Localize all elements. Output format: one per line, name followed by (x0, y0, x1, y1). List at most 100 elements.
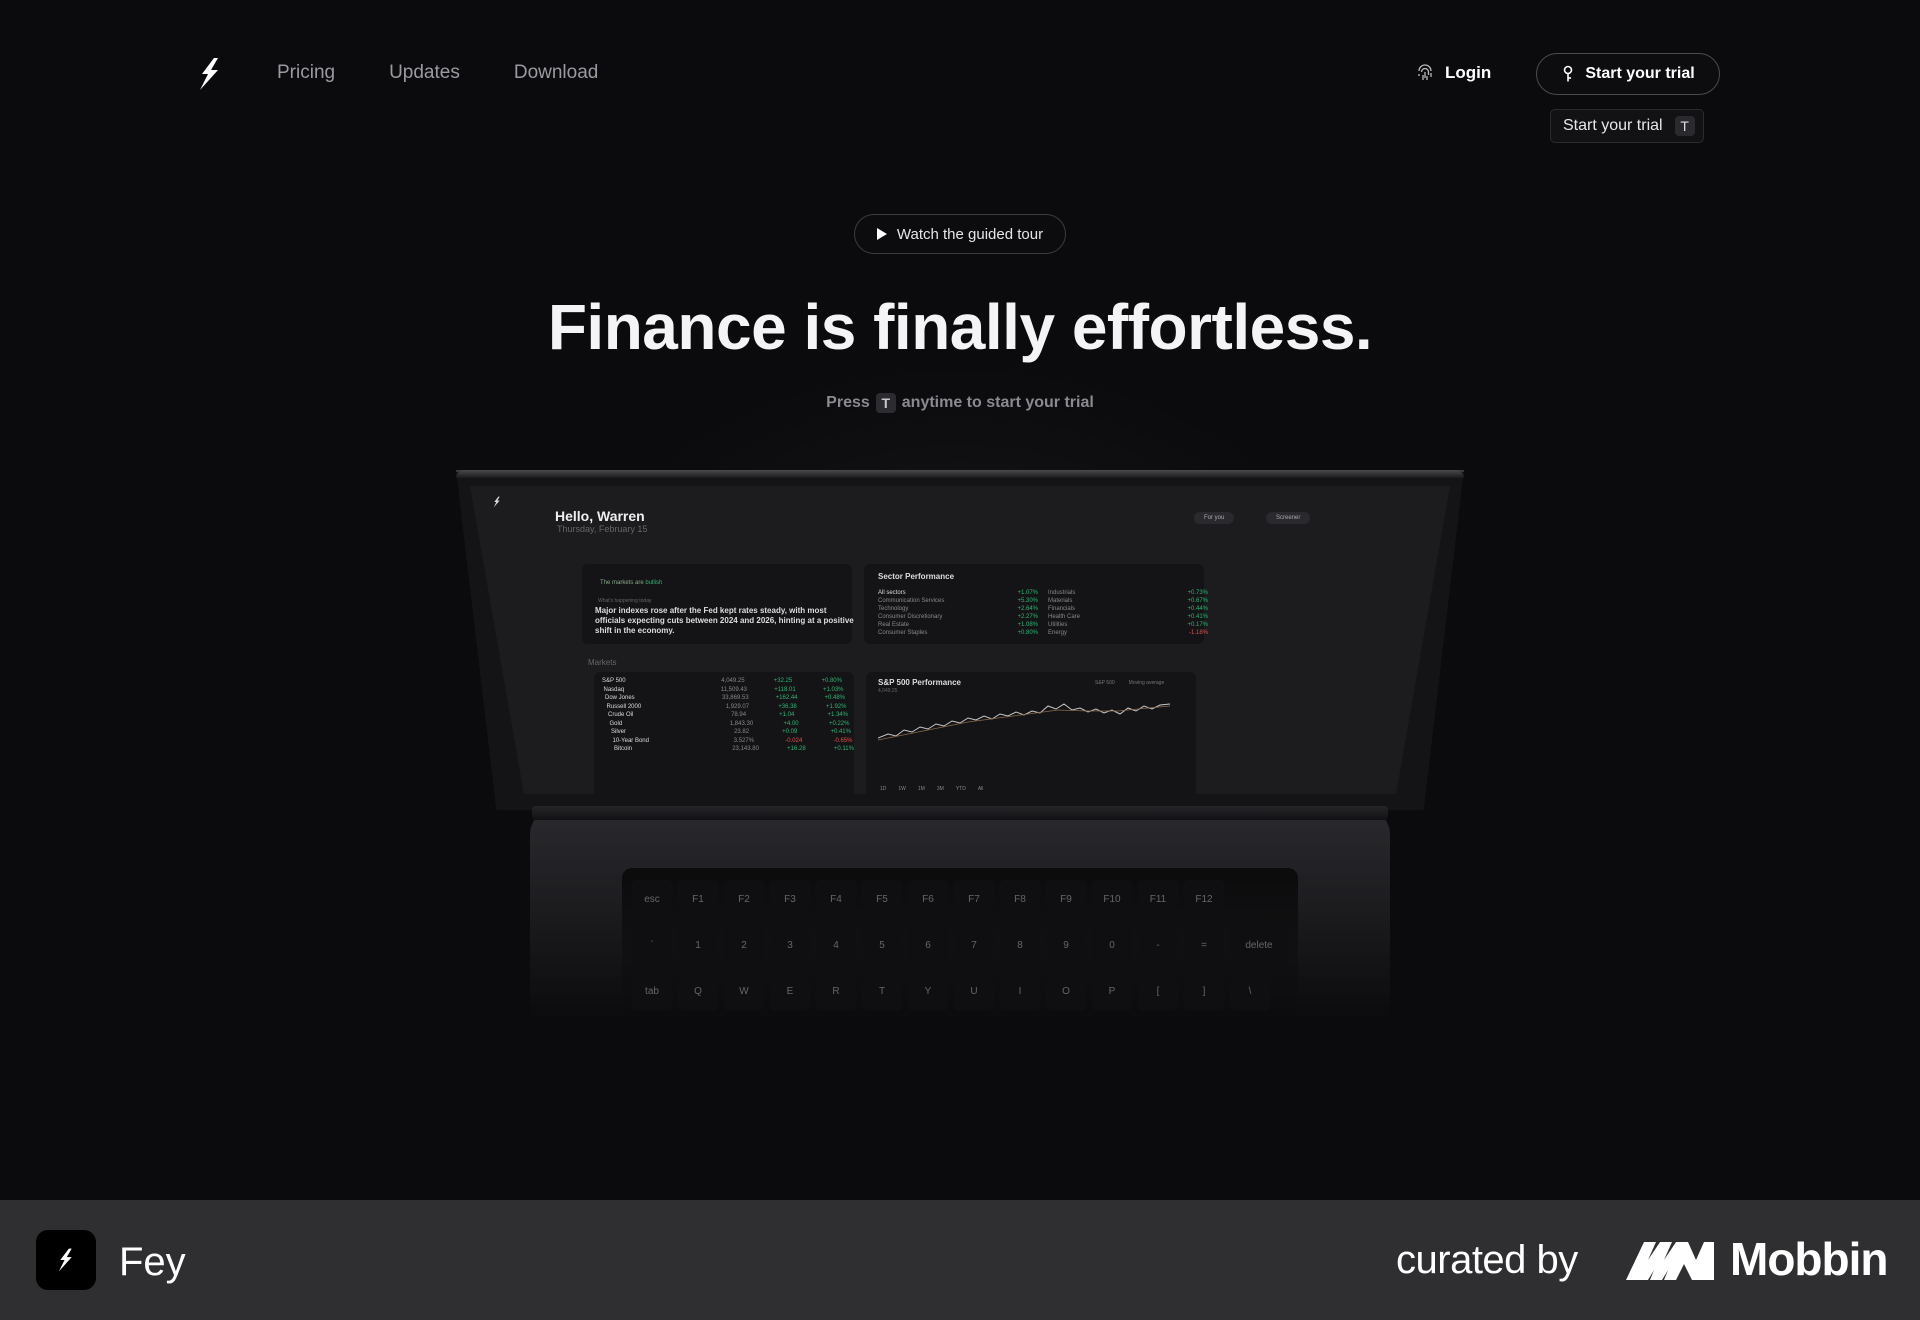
screen-chart-title: S&P 500 Performance (878, 678, 962, 687)
screen-performance-chart (878, 703, 1171, 741)
screen-sector-name: Industrials (1048, 590, 1076, 596)
screen-market-name: 10-Year Bond (612, 737, 649, 744)
screen-market-pct: +0.80% (821, 678, 842, 684)
fey-logo-icon (58, 1248, 72, 1272)
screen-sector-value: +0.73% (1187, 590, 1208, 596)
screen-sector-row: Financials +0.44% (1048, 606, 1208, 612)
screen-market-row[interactable]: Russell 2000 1,929.07 +36.38 +1.92% (607, 704, 847, 710)
screen-range-ytd: YTD (955, 786, 966, 792)
keyboard-key: [ (1138, 972, 1178, 1010)
keyboard-key: F7 (954, 880, 994, 918)
keyboard-key: T (862, 972, 902, 1010)
footer-app-name: Fey (119, 1240, 186, 1284)
screen-news-text: Major indexes rose after the Fed kept ra… (595, 606, 854, 635)
screen-market-price: 11,509.43 (720, 686, 748, 693)
keyboard-key: R (816, 972, 856, 1010)
nav-link-pricing[interactable]: Pricing (277, 62, 335, 84)
screen-sector-row: All sectors +1.07% (878, 590, 1038, 596)
keyboard-key: 5 (862, 926, 902, 964)
screen-market-price: 78.94 (731, 712, 747, 718)
screen-market-row[interactable]: S&P 500 4,049.25 +32.25 +0.80% (602, 678, 842, 684)
nav-link-updates[interactable]: Updates (389, 62, 460, 84)
keyboard-key: F9 (1046, 880, 1086, 918)
screen-market-name: Russell 2000 (606, 703, 642, 710)
login-button[interactable]: Login (1415, 63, 1491, 83)
screen-market-price: 23,143.80 (732, 746, 759, 752)
screen-chart-legend-1: Moving average (1128, 680, 1165, 686)
fey-logo-icon[interactable] (196, 56, 224, 92)
keyboard-key: - (1138, 926, 1178, 964)
start-trial-button[interactable]: Start your trial (1536, 53, 1720, 95)
screen-market-change: +1.04 (779, 712, 795, 718)
keyboard-key: O (1046, 972, 1086, 1010)
screen-market-name: Silver (611, 729, 627, 735)
screen-range-1w: 1W (898, 786, 906, 792)
shortcut-hint-key: T (875, 393, 896, 413)
fingerprint-icon (1418, 64, 1432, 80)
keyboard-key: 4 (816, 926, 856, 964)
screen-market-price: 33,869.53 (721, 695, 749, 701)
screen-range-3m: 3M (936, 786, 944, 792)
screen-market-row[interactable]: Bitcoin 23,143.80 +16.28 +0.11% (614, 746, 854, 752)
screen-mood: The markets are bullish (600, 580, 662, 586)
screen-sector-row: Utilities +0.17% (1048, 622, 1208, 628)
screen-market-name: S&P 500 (602, 678, 626, 684)
screen-market-pct: +1.34% (827, 712, 848, 718)
screen-sector-name: Communication Services (878, 598, 945, 604)
screen-market-price: 23.82 (734, 729, 750, 735)
play-icon (876, 228, 887, 240)
screen-sector-name: Utilities (1048, 622, 1068, 628)
screen-market-row[interactable]: Dow Jones 33,869.53 +162.44 +0.48% (605, 695, 845, 701)
screen-market-price: 3.527% (733, 737, 755, 744)
screen-sector-row: Health Care +0.41% (1048, 614, 1208, 620)
footer-curated-by: curated by (1396, 1238, 1578, 1282)
nav-link-download[interactable]: Download (514, 62, 599, 84)
screen-markets-label: Markets (588, 658, 617, 667)
screen-sector-value: +2.64% (1017, 606, 1038, 612)
keyboard-key: F11 (1138, 880, 1178, 918)
screen-sector-title: Sector Performance (878, 572, 955, 581)
screen-pill-screener: Screener (1266, 512, 1311, 524)
guided-tour-button[interactable]: Watch the guided tour (854, 214, 1066, 254)
keyboard-top-row: tab Q W E R T Y U I O P[] \ (632, 972, 1270, 1010)
screen-market-row[interactable]: 10-Year Bond 3.527% -0.024 -0.65% (613, 738, 853, 744)
keyboard-key: delete (1230, 926, 1288, 964)
screen-sector-row: Consumer Discretionary +2.27% (878, 614, 1038, 620)
screen-market-pct: +0.48% (824, 695, 845, 701)
screen-sector-row: Industrials +0.73% (1048, 590, 1208, 596)
keyboard-key: \ (1230, 972, 1270, 1010)
keyboard-number-row: ` 1 2 3 4 5 6 7 8 9 0- = delete (632, 926, 1288, 964)
screen-market-row[interactable]: Silver 23.82 +0.09 +0.41% (611, 729, 851, 735)
screen-market-change: +32.25 (773, 678, 793, 684)
screen-chart-legend-0: S&P 500 (1095, 680, 1115, 686)
tooltip-label: Start your trial (1563, 117, 1663, 134)
keyboard-key: F8 (1000, 880, 1040, 918)
fey-app-icon (36, 1230, 96, 1290)
main-nav: Pricing Updates Download (277, 62, 598, 84)
keyboard-key: 0 (1092, 926, 1132, 964)
keyboard-key: = (1184, 926, 1224, 964)
shortcut-hint-suffix: anytime to start your trial (901, 394, 1094, 411)
keyboard-key: F2 (724, 880, 764, 918)
keyboard-key: F4 (816, 880, 856, 918)
mobbin-logo-icon (1626, 1242, 1714, 1280)
screen-market-price: 1,843.30 (729, 720, 754, 727)
screen-market-row[interactable]: Nasdaq 11,509.43 +118.01 +1.03% (604, 687, 844, 693)
screen-market-row[interactable]: Gold 1,843.30 +4.00 +0.22% (610, 721, 850, 727)
footer-brand: Mobbin (1730, 1233, 1888, 1285)
screen-market-row[interactable]: Crude Oil 78.94 +1.04 +1.34% (608, 712, 848, 718)
keyboard-key: W (724, 972, 764, 1010)
keyboard-key: esc (632, 880, 672, 918)
shortcut-hint: Press T anytime to start your trial (0, 393, 1920, 413)
keyboard-key: 9 (1046, 926, 1086, 964)
screen-sector-value: +0.80% (1017, 630, 1038, 636)
screen-sector-row: Real Estate +1.08% (878, 622, 1038, 628)
laptop-hinge (532, 806, 1388, 820)
screen-market-change: +0.09 (782, 729, 798, 735)
screen-sector-value: -1.18% (1188, 630, 1208, 636)
screen-sector-value: +5.30% (1017, 598, 1038, 604)
screen-range-all: All (977, 786, 984, 792)
screen-market-name: Nasdaq (603, 686, 625, 693)
screen-sector-row: Energy -1.18% (1048, 630, 1208, 636)
landing-page: Pricing Updates Download Login Start you… (0, 0, 1920, 1200)
